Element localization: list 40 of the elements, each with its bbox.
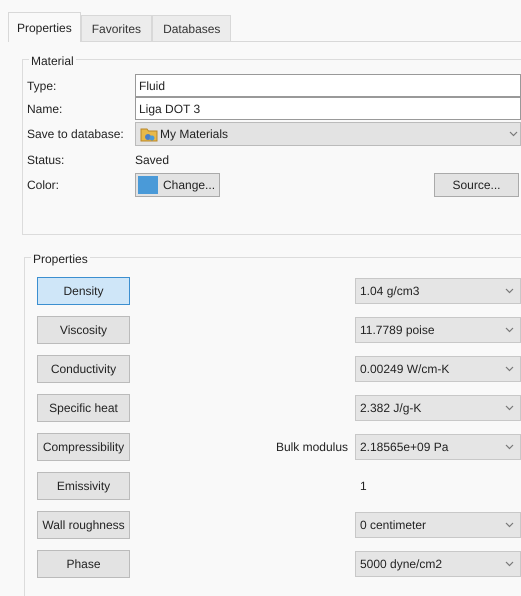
chevron-down-icon <box>509 131 518 137</box>
property-button[interactable]: Emissivity <box>37 472 130 500</box>
property-button[interactable]: Compressibility <box>37 432 130 460</box>
field-label: Bulk modulus <box>276 438 348 456</box>
field-label: Color: <box>27 177 60 194</box>
value-dropdown[interactable]: 0.00249 W/cm-K <box>355 356 521 382</box>
source-button[interactable]: Source... <box>434 173 519 197</box>
chevron-down-icon <box>505 522 514 528</box>
tab[interactable]: Properties <box>8 12 81 42</box>
property-button[interactable]: Wall roughness <box>37 510 130 538</box>
tab[interactable]: Favorites <box>80 15 152 41</box>
property-button[interactable]: Viscosity <box>37 316 130 344</box>
property-button[interactable]: Phase <box>37 550 130 578</box>
name-field[interactable]: Liga DOT 3 <box>135 97 521 120</box>
value-dropdown[interactable]: 5000 dyne/cm2 <box>355 550 521 576</box>
change-color-button[interactable]: Change... <box>135 173 220 197</box>
value-dropdown[interactable]: 2.18565e+09 Pa <box>355 434 521 460</box>
value-dropdown[interactable]: 2.382 J/g-K <box>355 394 521 420</box>
field-label: Save to database: <box>27 126 125 143</box>
folder-icon <box>140 126 158 142</box>
value-text: 1 <box>360 478 367 492</box>
property-button[interactable]: Specific heat <box>37 394 130 422</box>
type-field[interactable]: Fluid <box>135 74 521 97</box>
chevron-down-icon <box>505 444 514 450</box>
field-label: Name: <box>27 100 64 118</box>
database-dropdown[interactable]: My Materials <box>135 122 521 146</box>
chevron-down-icon <box>505 404 514 410</box>
tab[interactable]: Databases <box>152 15 232 41</box>
chevron-down-icon <box>505 366 514 372</box>
status-value: Saved <box>135 152 170 169</box>
chevron-down-icon <box>505 560 514 566</box>
value-dropdown[interactable]: 1.04 g/cm3 <box>355 278 521 304</box>
chevron-down-icon <box>505 288 514 294</box>
chevron-down-icon <box>505 326 514 332</box>
field-label: Status: <box>27 152 66 169</box>
property-button[interactable]: Density <box>37 276 130 304</box>
property-button[interactable]: Conductivity <box>37 354 130 382</box>
field-label: Type: <box>27 78 58 94</box>
value-dropdown[interactable]: 0 centimeter <box>355 512 521 538</box>
value-dropdown[interactable]: 11.7789 poise <box>355 316 521 342</box>
